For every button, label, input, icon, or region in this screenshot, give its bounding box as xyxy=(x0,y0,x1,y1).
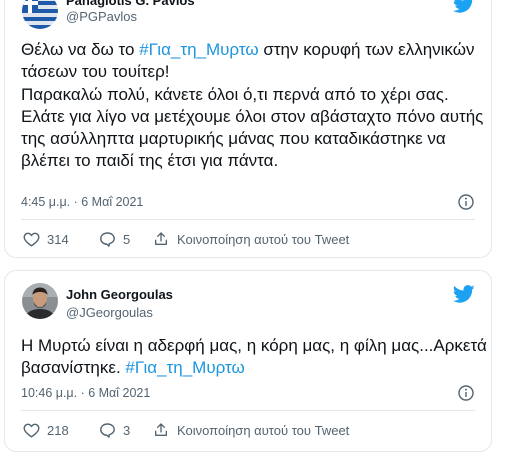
share-button[interactable]: Κοινοποίηση αυτού του Tweet xyxy=(153,231,349,247)
share-icon xyxy=(155,423,167,436)
author-handle[interactable]: @JGeorgoulas xyxy=(66,305,153,320)
reply-count: 3 xyxy=(123,422,131,438)
info-icon[interactable] xyxy=(458,194,474,210)
tweet-timestamp[interactable]: 4:45 μ.μ. · 6 Μαΐ 2021 xyxy=(21,195,143,209)
info-icon[interactable] xyxy=(458,385,474,401)
tweet-timestamp[interactable]: 10:46 μ.μ. · 6 Μαΐ 2021 xyxy=(21,386,150,400)
like-button[interactable]: 218 xyxy=(23,422,99,438)
heart-icon xyxy=(23,423,40,438)
reply-bubble-icon xyxy=(100,232,115,247)
twitter-bird-icon[interactable] xyxy=(453,0,475,15)
hashtag-link[interactable]: #Για_τη_Μυρτω xyxy=(139,40,258,59)
avatar[interactable] xyxy=(22,0,58,29)
twitter-bird-icon[interactable] xyxy=(453,283,475,305)
tweet-card[interactable]: Panagiotis G. Pavlos @PGPavlos Θέλω να δ… xyxy=(4,0,492,258)
tweet-text: Η Μυρτώ είναι η αδερφή μας, η κόρη μας, … xyxy=(21,335,491,380)
avatar[interactable] xyxy=(22,283,58,319)
share-icon xyxy=(155,232,167,245)
tweet-paragraph: Ελάτε για λίγο να μετέχουμε όλοι στον αβ… xyxy=(21,106,484,171)
tweet-text: Θέλω να δω το #Για_τη_Μυρτω στην κορυφή … xyxy=(21,39,491,173)
share-button[interactable]: Κοινοποίηση αυτού του Tweet xyxy=(153,422,349,438)
reply-button[interactable]: 5 xyxy=(99,231,153,247)
divider xyxy=(21,219,475,220)
hashtag-link[interactable]: #Για_τη_Μυρτω xyxy=(125,358,244,377)
avatar-flag-icon xyxy=(22,0,58,29)
reply-count: 5 xyxy=(123,231,131,247)
tweet-actions: 314 5 Κοινοποίηση αυτού του Tweet xyxy=(23,229,349,249)
tweet-paragraph: Η Μυρτώ είναι η αδερφή μας, η κόρη μας, … xyxy=(21,336,487,378)
like-count: 314 xyxy=(47,231,69,247)
share-label: Κοινοποίηση αυτού του Tweet xyxy=(177,231,350,247)
divider xyxy=(21,410,475,411)
share-label: Κοινοποίηση αυτού του Tweet xyxy=(177,422,350,438)
like-count: 218 xyxy=(47,422,69,438)
author-handle[interactable]: @PGPavlos xyxy=(66,9,137,24)
heart-icon xyxy=(23,232,40,247)
tweet-actions: 218 3 Κοινοποίηση αυτού του Tweet xyxy=(23,420,349,440)
tweet-paragraph: Παρακαλώ πολύ, κάνετε όλοι ό,τι περνά απ… xyxy=(21,84,449,104)
tweet-card[interactable]: John Georgoulas @JGeorgoulas Η Μυρτώ είν… xyxy=(4,270,492,452)
author-name[interactable]: Panagiotis G. Pavlos xyxy=(66,0,195,8)
tweet-paragraph: Θέλω να δω το #Για_τη_Μυρτω στην κορυφή … xyxy=(21,40,475,82)
like-button[interactable]: 314 xyxy=(23,231,99,247)
avatar-photo-icon xyxy=(22,283,58,319)
author-name[interactable]: John Georgoulas xyxy=(66,287,173,302)
reply-bubble-icon xyxy=(100,423,115,438)
reply-button[interactable]: 3 xyxy=(99,422,153,438)
